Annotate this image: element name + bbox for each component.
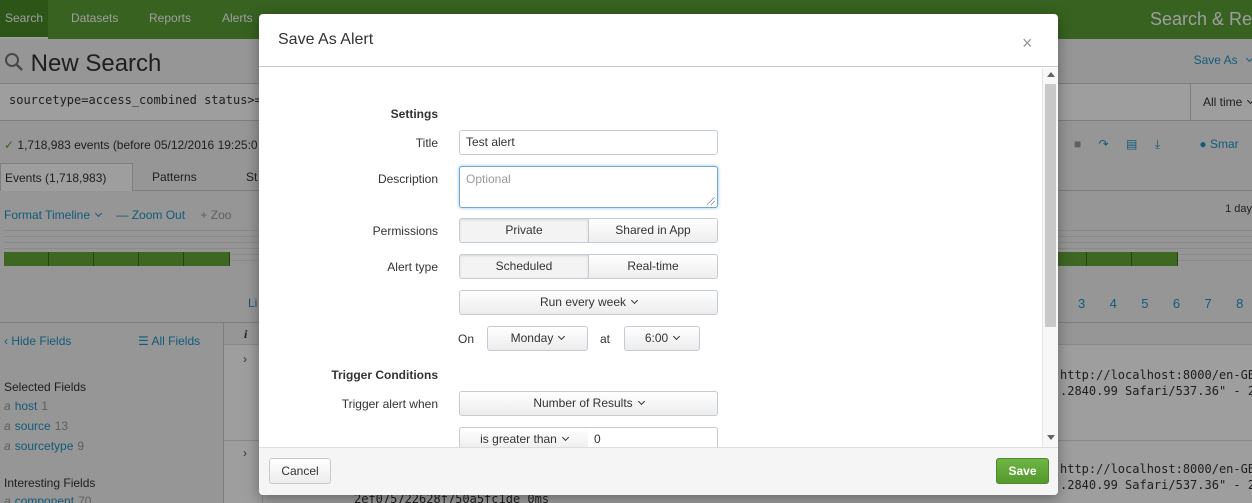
comparison-dropdown[interactable]: is greater than bbox=[459, 427, 589, 447]
time-dropdown[interactable]: 6:00 bbox=[624, 326, 700, 351]
scrollbar-thumb[interactable] bbox=[1045, 84, 1056, 327]
chevron-down-icon bbox=[630, 296, 639, 305]
dialog-header: Save As Alert × bbox=[259, 14, 1058, 67]
threshold-field[interactable]: 0 bbox=[588, 427, 718, 447]
chevron-down-icon bbox=[637, 397, 645, 406]
title-label: Title bbox=[415, 136, 438, 150]
close-icon[interactable]: × bbox=[1022, 33, 1033, 54]
day-dropdown[interactable]: Monday bbox=[487, 326, 588, 351]
dialog-scrollbar[interactable] bbox=[1042, 68, 1058, 447]
dialog-title: Save As Alert bbox=[278, 31, 374, 48]
dialog-footer: Cancel Save bbox=[259, 447, 1058, 495]
at-label: at bbox=[600, 332, 611, 346]
alert-type-option-realtime[interactable]: Real-time bbox=[588, 255, 717, 278]
permissions-label: Permissions bbox=[372, 224, 438, 238]
alert-type-label: Alert type bbox=[387, 260, 438, 274]
trigger-alert-label: Trigger alert when bbox=[341, 397, 438, 411]
trigger-dropdown[interactable]: Number of Results bbox=[459, 391, 718, 416]
save-as-alert-dialog: Save As Alert × Settings Title Test aler… bbox=[259, 14, 1058, 495]
permissions-option-shared[interactable]: Shared in App bbox=[588, 219, 717, 242]
permissions-option-private[interactable]: Private bbox=[460, 219, 588, 242]
trigger-conditions-heading: Trigger Conditions bbox=[331, 368, 438, 382]
schedule-dropdown[interactable]: Run every week bbox=[459, 290, 718, 315]
alert-type-option-scheduled[interactable]: Scheduled bbox=[460, 255, 588, 278]
chevron-down-icon bbox=[558, 332, 566, 341]
cancel-button[interactable]: Cancel bbox=[269, 458, 331, 484]
description-placeholder: Optional bbox=[466, 172, 511, 186]
chevron-down-icon bbox=[561, 433, 569, 442]
description-field[interactable]: Optional bbox=[459, 166, 718, 208]
title-field[interactable]: Test alert bbox=[459, 130, 718, 155]
alert-type-toggle: Scheduled Real-time bbox=[459, 254, 718, 279]
description-label: Description bbox=[377, 172, 438, 186]
settings-heading: Settings bbox=[390, 107, 438, 121]
permissions-toggle: Private Shared in App bbox=[459, 218, 718, 243]
dialog-body[interactable]: Settings Title Test alert Description Op… bbox=[259, 68, 1058, 447]
chevron-down-icon bbox=[673, 332, 681, 341]
scroll-down-icon[interactable] bbox=[1047, 435, 1055, 440]
save-button[interactable]: Save bbox=[996, 458, 1049, 484]
scroll-up-icon[interactable] bbox=[1047, 72, 1055, 77]
resize-handle-icon[interactable] bbox=[707, 197, 715, 205]
on-label: On bbox=[458, 332, 475, 346]
